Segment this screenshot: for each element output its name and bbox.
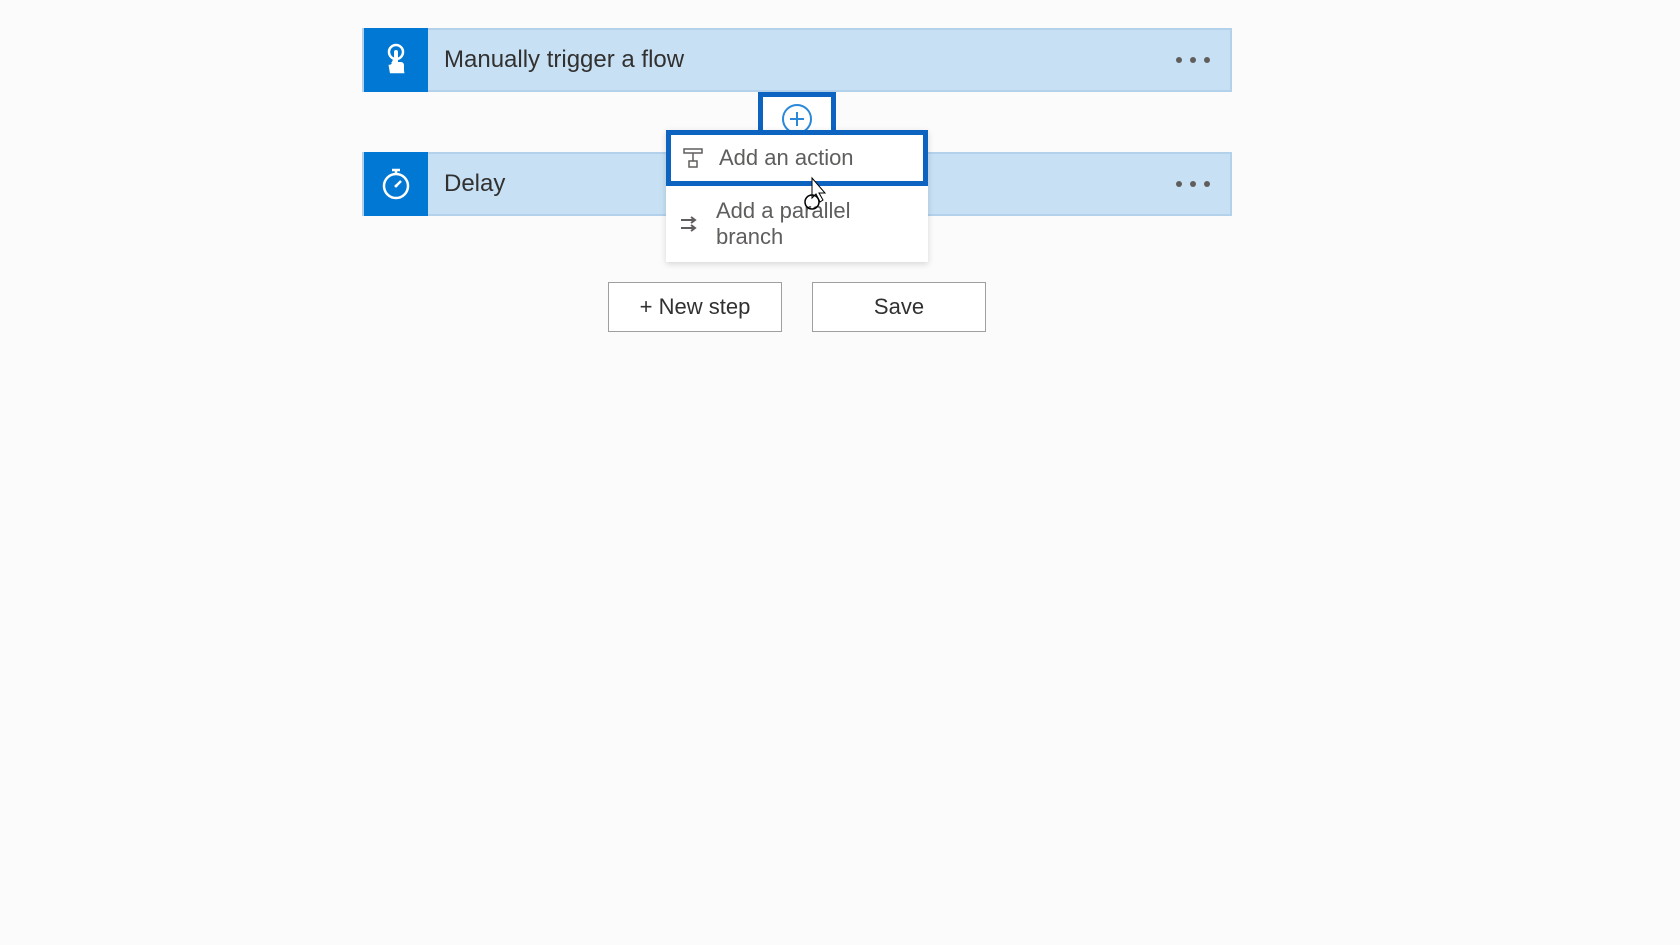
trigger-card[interactable]: Manually trigger a flow (362, 28, 1232, 92)
add-action-icon (681, 146, 705, 170)
insert-step-menu: Add an action Add a parallel branch (666, 130, 928, 262)
bottom-button-row: + New step Save (362, 282, 1232, 332)
trigger-icon (364, 28, 428, 92)
stopwatch-icon (378, 166, 414, 202)
menu-item-add-parallel-branch[interactable]: Add a parallel branch (666, 186, 928, 262)
save-button[interactable]: Save (812, 282, 986, 332)
menu-item-label: Add an action (719, 145, 854, 171)
menu-item-add-action[interactable]: Add an action (666, 130, 928, 186)
more-icon (1176, 181, 1210, 187)
new-step-button[interactable]: + New step (608, 282, 782, 332)
trigger-card-more-button[interactable] (1156, 57, 1230, 63)
delay-icon (364, 152, 428, 216)
delay-card-more-button[interactable] (1156, 181, 1230, 187)
more-icon (1176, 57, 1210, 63)
touch-icon (378, 42, 414, 78)
menu-item-label: Add a parallel branch (716, 198, 916, 250)
trigger-card-title: Manually trigger a flow (428, 46, 1156, 74)
parallel-branch-icon (678, 212, 702, 236)
